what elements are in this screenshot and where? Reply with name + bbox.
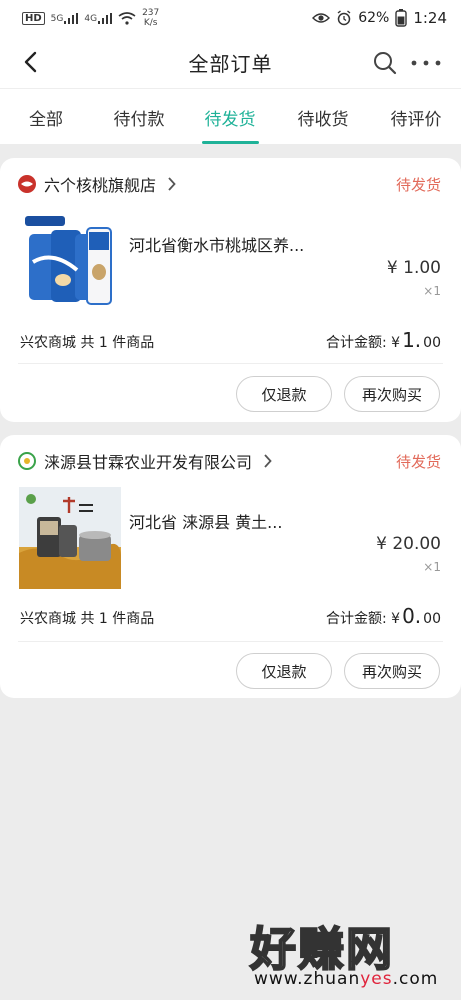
refund-only-button[interactable]: 仅退款 — [236, 653, 332, 689]
signal-4g-label: 4G — [84, 13, 98, 24]
search-button[interactable] — [370, 48, 400, 78]
nav-bar: 全部订单 — [0, 36, 461, 88]
signal-bars-icon — [64, 12, 79, 24]
status-bar: HD 5G 4G 237 K/s 62% 1:24 — [0, 0, 461, 36]
watermark-url-accent: yes — [360, 969, 393, 989]
battery-icon — [395, 9, 408, 27]
net-speed-value: 237 — [142, 8, 160, 18]
page-title: 全部订单 — [188, 51, 273, 76]
tab-pending-shipment[interactable]: 待发货 — [190, 89, 270, 145]
order-summary: 兴农商城 共 1 件商品 — [20, 335, 155, 351]
store-link[interactable]: 六个核桃旗舰店 — [18, 172, 178, 196]
product-image[interactable] — [19, 210, 121, 312]
total-integer: 0. — [402, 604, 422, 628]
total-label: 合计金额: ¥ — [326, 335, 401, 351]
order-card: 涞源县甘霖农业开发有限公司 待发货 河北省 涞源县 黄土... ¥ 20.00 … — [0, 435, 461, 698]
chevron-right-icon — [164, 177, 178, 191]
watermark-url-part: www.zhuan — [254, 969, 361, 989]
product-name[interactable]: 河北省 涞源县 黄土... — [129, 509, 282, 533]
signal-5g-icon: 5G — [50, 12, 79, 24]
search-icon — [374, 52, 397, 75]
order-status: 待发货 — [395, 176, 441, 194]
product-quantity: ×1 — [423, 560, 441, 574]
order-total: 合计金额: ¥ 1. 00 — [326, 328, 441, 352]
wifi-icon — [118, 11, 136, 25]
back-button[interactable] — [14, 46, 46, 78]
watermark-url: www.zhuanyes.com — [254, 969, 438, 989]
store-link[interactable]: 涞源县甘霖农业开发有限公司 — [18, 449, 274, 473]
divider — [18, 363, 443, 364]
product-price: ¥ 1.00 — [386, 258, 441, 278]
buy-again-button[interactable]: 再次购买 — [344, 376, 440, 412]
order-total: 合计金额: ¥ 0. 00 — [326, 604, 441, 628]
total-integer: 1. — [402, 328, 422, 352]
signal-5g-label: 5G — [50, 13, 64, 24]
tab-pending-payment[interactable]: 待付款 — [99, 89, 179, 145]
store-logo-icon — [18, 452, 36, 470]
net-speed: 237 K/s — [142, 8, 159, 28]
store-name: 六个核桃旗舰店 — [44, 176, 157, 195]
eye-icon — [312, 13, 331, 23]
buy-again-button[interactable]: 再次购买 — [344, 653, 440, 689]
back-arrow-icon — [24, 51, 37, 73]
more-icon — [411, 60, 441, 66]
order-card: 六个核桃旗舰店 待发货 河北省衡水市桃城区养... ¥ 1.00 ×1 兴农商城… — [0, 158, 461, 422]
order-tabs: 全部 待付款 待发货 待收货 待评价 — [0, 88, 461, 144]
product-price: ¥ 20.00 — [376, 534, 441, 554]
product-image[interactable] — [19, 487, 121, 589]
walnut-drink-pack-image — [19, 210, 121, 312]
store-logo-mark-icon — [21, 181, 33, 187]
tab-pending-review[interactable]: 待评价 — [376, 89, 456, 145]
battery-percent: 62% — [358, 10, 390, 26]
status-bar-left: HD 5G 4G 237 K/s — [22, 8, 159, 28]
net-speed-unit: K/s — [143, 18, 158, 28]
hd-icon: HD — [22, 11, 45, 25]
chevron-right-icon — [260, 454, 274, 468]
signal-4g-icon: 4G — [84, 12, 113, 24]
tab-all[interactable]: 全部 — [8, 89, 84, 145]
clock-time: 1:24 — [413, 9, 447, 27]
millet-product-image — [19, 487, 121, 589]
store-logo-icon — [18, 175, 36, 193]
signal-bars-2-icon — [98, 12, 113, 24]
total-label: 合计金额: ¥ — [326, 611, 401, 627]
watermark-url-tld: .com — [392, 969, 439, 989]
tab-pending-receipt[interactable]: 待收货 — [283, 89, 363, 145]
status-bar-right: 62% 1:24 — [312, 9, 447, 27]
alarm-icon — [337, 10, 351, 26]
store-logo-leaf-icon — [24, 458, 30, 464]
active-tab-indicator — [202, 141, 259, 144]
divider — [18, 641, 443, 642]
total-decimal: 00 — [423, 335, 441, 351]
product-name[interactable]: 河北省衡水市桃城区养... — [129, 232, 304, 256]
store-name: 涞源县甘霖农业开发有限公司 — [44, 453, 253, 472]
product-quantity: ×1 — [423, 284, 441, 298]
total-decimal: 00 — [423, 611, 441, 627]
order-summary: 兴农商城 共 1 件商品 — [20, 611, 155, 627]
watermark: 好赚网 www.zhuanyes.com — [249, 913, 450, 993]
refund-only-button[interactable]: 仅退款 — [236, 376, 332, 412]
more-button[interactable] — [406, 48, 446, 78]
order-status: 待发货 — [395, 453, 441, 471]
